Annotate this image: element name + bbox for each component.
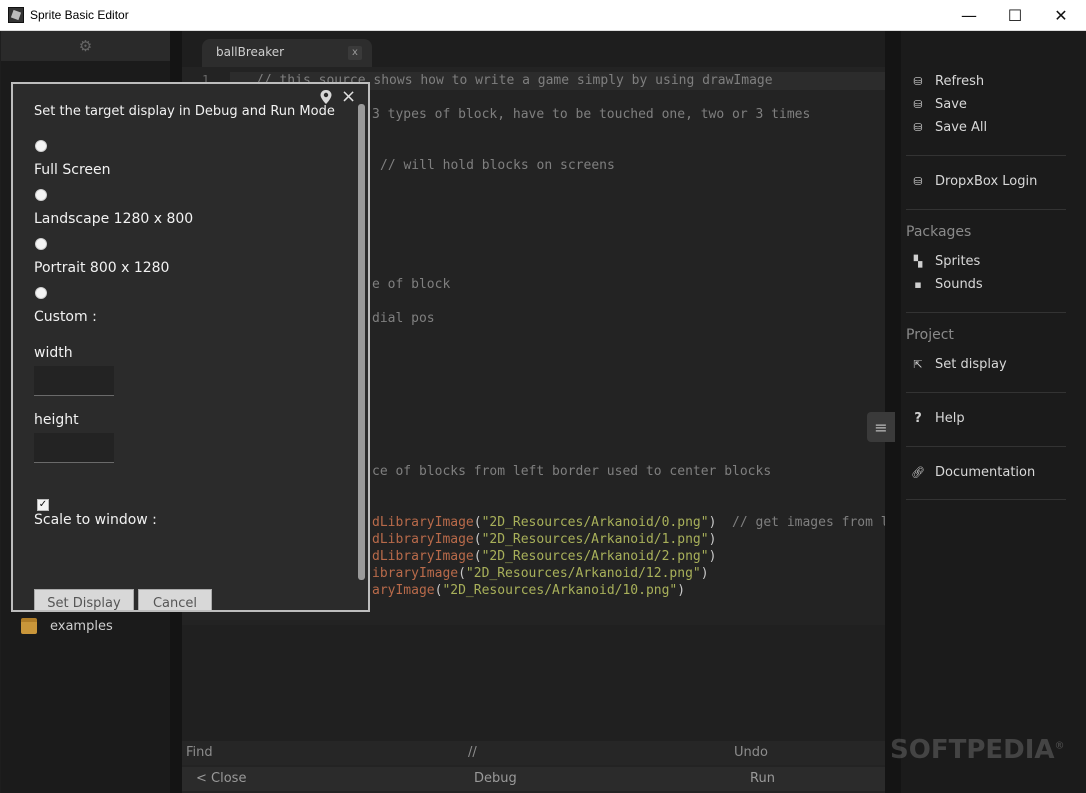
find-button[interactable]: Find: [186, 745, 213, 760]
divider: [906, 392, 1066, 393]
width-label: width: [34, 345, 73, 361]
full-screen-radio[interactable]: [35, 140, 47, 152]
title-bar: Sprite Basic Editor — ☐ ✕: [0, 0, 1086, 31]
scale-to-window-label: Scale to window :: [34, 512, 157, 528]
maximize-button[interactable]: ☐: [992, 0, 1038, 31]
softpedia-watermark: SOFTPEDIA®: [890, 735, 1065, 765]
find-bar: Find // Undo: [182, 741, 885, 765]
drive-icon: ⛁: [913, 175, 923, 188]
set-display-label: Set display: [935, 357, 1007, 372]
close-icon[interactable]: ×: [341, 86, 356, 107]
code-line: 3 types of block, have to be touched one…: [372, 107, 811, 122]
refresh-label: Refresh: [935, 74, 985, 89]
landscape-label: Landscape 1280 x 800: [34, 211, 194, 227]
save-all-button[interactable]: ⛁ Save All: [911, 120, 987, 135]
minimize-button[interactable]: —: [946, 0, 992, 31]
cancel-button[interactable]: Cancel: [138, 589, 212, 610]
width-field[interactable]: [34, 366, 114, 396]
tab-ballbreaker[interactable]: ballBreaker x: [202, 39, 372, 67]
drive-icon: ⛁: [913, 98, 923, 111]
link-icon: 🔗︎: [911, 466, 925, 479]
full-screen-label: Full Screen: [34, 162, 111, 178]
set-display-button[interactable]: Set Display: [34, 589, 134, 610]
sidebar-item-examples[interactable]: examples: [21, 618, 113, 634]
height-label: height: [34, 412, 79, 428]
sidebar-item-label: examples: [50, 618, 113, 634]
run-button[interactable]: Run: [750, 771, 775, 786]
tab-bar: ballBreaker x: [182, 31, 885, 67]
refresh-button[interactable]: ⛁ Refresh: [911, 74, 984, 89]
code-line: e of block: [372, 277, 451, 292]
code-line: dLibraryImage("2D_Resources/Arkanoid/1.p…: [372, 532, 717, 547]
dropbox-login-button[interactable]: ⛁ DropxBox Login: [911, 174, 1037, 189]
set-display-dialog: × Set the target display in Debug and Ru…: [11, 82, 370, 612]
comment-button[interactable]: //: [468, 745, 477, 760]
help-button[interactable]: ? Help: [911, 411, 965, 426]
save-label: Save: [935, 97, 967, 112]
gear-icon[interactable]: ⚙: [79, 37, 92, 55]
save-button[interactable]: ⛁ Save: [911, 97, 967, 112]
divider: [906, 155, 1066, 156]
code-line: ibraryImage("2D_Resources/Arkanoid/12.pn…: [372, 566, 709, 581]
project-header: Project: [906, 327, 954, 343]
hamburger-icon[interactable]: ≡: [867, 412, 895, 442]
sounds-button[interactable]: ▪ Sounds: [911, 277, 983, 292]
dialog-title: Set the target display in Debug and Run …: [34, 104, 335, 119]
height-field[interactable]: [34, 433, 114, 463]
divider: [906, 312, 1066, 313]
sounds-label: Sounds: [935, 277, 983, 292]
close-button[interactable]: < Close: [196, 771, 246, 786]
help-icon: ?: [914, 411, 922, 426]
drive-icon: ⛁: [913, 75, 923, 88]
set-display-menu-item[interactable]: ⇱ Set display: [911, 357, 1007, 372]
custom-radio[interactable]: [35, 287, 47, 299]
settings-bar: ⚙: [1, 31, 170, 61]
drive-icon: ⛁: [913, 121, 923, 134]
scale-to-window-checkbox[interactable]: ✓: [37, 499, 49, 511]
portrait-radio[interactable]: [35, 238, 47, 250]
divider: [906, 446, 1066, 447]
sounds-icon: ▪: [914, 278, 922, 291]
right-sidebar: ⛁ Refresh ⛁ Save ⛁ Save All ⛁ DropxBox L…: [901, 31, 1086, 793]
sprites-icon: ▚: [913, 255, 923, 268]
sprites-button[interactable]: ▚ Sprites: [911, 254, 981, 269]
app-icon: [8, 7, 24, 23]
code-line: // will hold blocks on screens: [380, 158, 615, 173]
dialog-scrollbar[interactable]: [358, 104, 365, 580]
documentation-label: Documentation: [935, 465, 1036, 480]
tab-label: ballBreaker: [216, 45, 285, 59]
code-line: dLibraryImage("2D_Resources/Arkanoid/2.p…: [372, 549, 717, 564]
run-bar: < Close Debug Run: [182, 767, 885, 791]
undo-button[interactable]: Undo: [734, 745, 768, 760]
code-line: ce of blocks from left border used to ce…: [372, 464, 772, 479]
divider: [906, 499, 1066, 500]
close-window-button[interactable]: ✕: [1038, 0, 1084, 31]
code-line: dLibraryImage("2D_Resources/Arkanoid/0.p…: [372, 515, 905, 530]
packages-header: Packages: [906, 224, 972, 240]
dropbox-label: DropxBox Login: [935, 174, 1038, 189]
output-area: [182, 625, 885, 741]
divider: [906, 209, 1066, 210]
save-all-label: Save All: [935, 120, 988, 135]
code-line: aryImage("2D_Resources/Arkanoid/10.png"): [372, 583, 686, 598]
folder-icon: [21, 618, 37, 634]
portrait-label: Portrait 800 x 1280: [34, 260, 170, 276]
pin-icon[interactable]: [319, 89, 333, 105]
help-label: Help: [935, 411, 965, 426]
code-line: dial pos: [372, 311, 435, 326]
sprites-label: Sprites: [935, 254, 981, 269]
window-title: Sprite Basic Editor: [30, 8, 129, 22]
custom-label: Custom :: [34, 309, 97, 325]
share-icon: ⇱: [913, 358, 923, 371]
tab-close-icon[interactable]: x: [348, 46, 362, 60]
landscape-radio[interactable]: [35, 189, 47, 201]
debug-button[interactable]: Debug: [474, 771, 517, 786]
documentation-button[interactable]: 🔗︎ Documentation: [911, 465, 1035, 480]
